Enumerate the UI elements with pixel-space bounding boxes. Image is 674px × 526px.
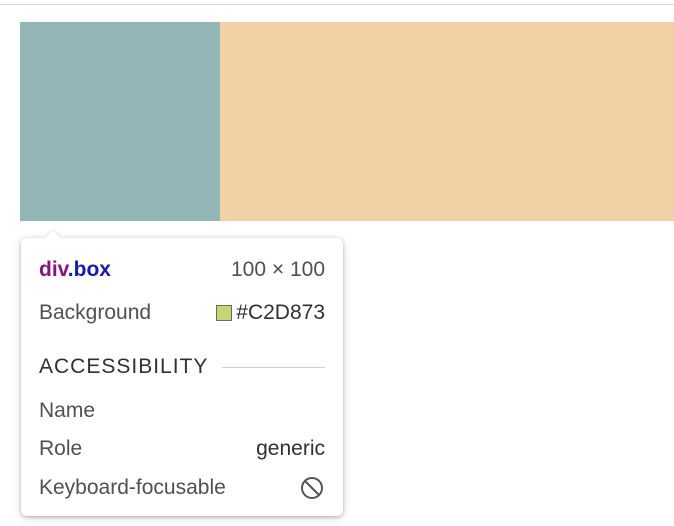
- inspect-tooltip: div.box 100 × 100 Background #C2D873 ACC…: [21, 230, 343, 516]
- top-divider: [0, 4, 674, 5]
- adjacent-box[interactable]: [220, 22, 674, 221]
- background-hex: #C2D873: [236, 301, 325, 324]
- selector-class: .box: [67, 258, 111, 281]
- element-selector: div.box: [39, 258, 111, 282]
- selector-tag: div: [39, 258, 68, 281]
- tooltip-header-row: div.box 100 × 100: [39, 258, 325, 282]
- not-allowed-icon: [299, 475, 325, 501]
- tooltip-arrow: [45, 230, 61, 238]
- role-row: Role generic: [39, 437, 325, 461]
- element-dimensions: 100 × 100: [230, 258, 325, 281]
- accessibility-heading: ACCESSIBILITY: [39, 355, 325, 379]
- background-row: Background #C2D873: [39, 301, 325, 325]
- accessibility-divider: [222, 366, 325, 368]
- background-label: Background: [39, 301, 152, 324]
- accessibility-heading-text: ACCESSIBILITY: [39, 355, 209, 378]
- name-label: Name: [39, 399, 96, 422]
- role-value: generic: [256, 437, 325, 460]
- role-label: Role: [39, 437, 83, 460]
- color-swatch: [216, 305, 233, 321]
- keyboard-focusable-label: Keyboard-focusable: [39, 476, 226, 499]
- keyboard-focusable-row: Keyboard-focusable: [39, 475, 325, 501]
- name-row: Name: [39, 399, 325, 423]
- inspected-box[interactable]: [20, 22, 220, 221]
- background-value: #C2D873: [216, 301, 325, 325]
